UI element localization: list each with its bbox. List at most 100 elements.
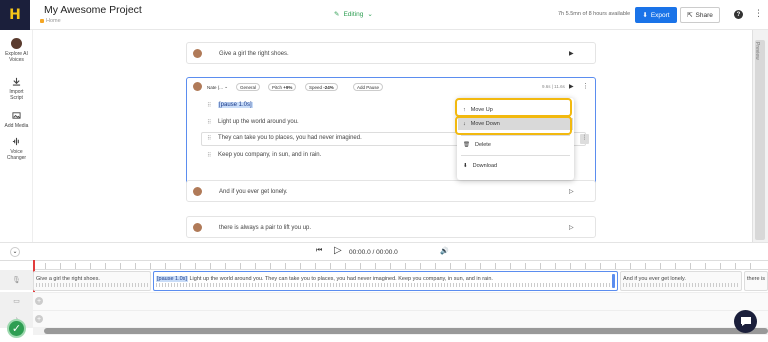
- play-icon[interactable]: ▷: [569, 188, 574, 195]
- script-editor: Give a girl the right shoes. ▶ Nate (...…: [34, 30, 752, 242]
- block-text[interactable]: And if you ever get lonely.: [219, 189, 288, 195]
- sentence-line[interactable]: They can take you to places, you had nev…: [218, 135, 362, 141]
- waveform: [36, 283, 148, 287]
- chat-icon[interactable]: [734, 310, 757, 333]
- drag-handle-icon[interactable]: ⠿: [207, 135, 211, 142]
- highlight-move-down: [455, 116, 572, 135]
- horizontal-scrollbar-thumb[interactable]: [44, 328, 768, 334]
- download-item[interactable]: ⬇ Download: [463, 163, 497, 169]
- sidebar-item-voice-changer[interactable]: Voice Changer: [0, 136, 33, 161]
- app-logo[interactable]: H: [0, 0, 30, 30]
- text-block[interactable]: And if you ever get lonely. ▷: [186, 180, 596, 202]
- play-icon[interactable]: ▷: [569, 224, 574, 231]
- export-button[interactable]: ⬇ Export: [635, 7, 677, 23]
- voice-selector[interactable]: Nate (... ⌄: [204, 83, 231, 91]
- voice-avatar[interactable]: [193, 82, 202, 91]
- style-pill[interactable]: General: [236, 83, 261, 91]
- sentence-line[interactable]: [pause 1.0s]: [218, 102, 253, 108]
- collapse-chevron-icon[interactable]: ⌄: [10, 247, 20, 257]
- drag-handle-icon[interactable]: ⠿: [207, 102, 211, 109]
- mode-dropdown[interactable]: ✎ Editing ⌄: [334, 10, 373, 19]
- ruler-tick: [600, 263, 601, 269]
- download-icon: ⬇: [463, 163, 468, 169]
- timeline-clip[interactable]: there is: [744, 271, 768, 291]
- ruler-tick: [210, 263, 211, 269]
- play-icon[interactable]: ▷: [334, 245, 342, 256]
- speed-pill[interactable]: Speed -24%: [305, 83, 338, 91]
- breadcrumb[interactable]: Home: [40, 18, 61, 24]
- ruler-tick: [675, 263, 676, 269]
- play-icon[interactable]: ▶: [569, 50, 574, 57]
- logo-icon: H: [9, 7, 21, 23]
- sentence-line[interactable]: Keep you company, in sun, and in rain.: [218, 152, 321, 158]
- drag-handle-icon[interactable]: ⠿: [207, 152, 211, 159]
- microphone-icon: 🎙: [0, 270, 33, 290]
- timeline-clip-selected[interactable]: [pause 1.0s] Light up the world around y…: [153, 271, 618, 291]
- clip-trim-handle[interactable]: [612, 274, 615, 288]
- text-block[interactable]: there is always a pair to lift you up. ▷: [186, 216, 596, 238]
- ruler-tick: [180, 263, 181, 269]
- block-text[interactable]: there is always a pair to lift you up.: [219, 225, 311, 231]
- more-options-icon[interactable]: ⋮: [754, 8, 763, 19]
- text-block[interactable]: Give a girl the right shoes. ▶: [186, 42, 596, 64]
- ruler-tick: [690, 263, 691, 269]
- sidebar-item-add-media[interactable]: Add Media: [0, 110, 33, 129]
- project-title[interactable]: My Awesome Project: [44, 4, 142, 16]
- ruler-tick: [255, 263, 256, 269]
- delete-item[interactable]: 🗑 Delete: [463, 142, 491, 148]
- ruler-tick: [240, 263, 241, 269]
- ruler-tick: [330, 263, 331, 269]
- ruler-tick: [135, 263, 136, 269]
- waveform: [156, 283, 615, 287]
- media-lane[interactable]: [33, 292, 768, 310]
- add-media-icon[interactable]: +: [35, 297, 43, 305]
- ruler-tick: [540, 263, 541, 269]
- block-text[interactable]: Give a girl the right shoes.: [219, 51, 289, 57]
- timeline-clip[interactable]: Give a girl the right shoes.: [33, 271, 151, 291]
- duration-label: 9.6s | 11.6s: [542, 84, 565, 89]
- ruler-tick: [735, 263, 736, 269]
- check-icon[interactable]: ✓: [7, 319, 26, 338]
- sidebar-item-explore-voices[interactable]: Explore AI Voices: [0, 38, 33, 63]
- breadcrumb-home[interactable]: Home: [46, 18, 61, 24]
- timeline-clip[interactable]: And if you ever get lonely.: [620, 271, 742, 291]
- ruler-tick: [630, 263, 631, 269]
- add-music-icon[interactable]: +: [35, 315, 43, 323]
- ruler-tick: [645, 263, 646, 269]
- preview-tab[interactable]: Preview: [754, 42, 760, 60]
- more-options-icon[interactable]: ⋮: [582, 82, 589, 90]
- timeline-ruler[interactable]: [33, 260, 768, 270]
- skip-back-icon[interactable]: ⏮: [316, 247, 322, 255]
- video-icon: ▭: [0, 292, 33, 310]
- ruler-tick: [420, 263, 421, 269]
- voice-avatar[interactable]: [193, 49, 202, 58]
- drag-handle-icon[interactable]: ⠿: [207, 119, 211, 126]
- help-icon[interactable]: ?: [734, 10, 743, 19]
- share-button[interactable]: ⇱ Share: [680, 7, 720, 23]
- menu-divider: [461, 155, 570, 156]
- ruler-tick: [60, 263, 61, 269]
- play-icon[interactable]: ▶: [569, 83, 574, 90]
- sentence-line[interactable]: Light up the world around you.: [218, 119, 299, 125]
- home-icon: [40, 19, 44, 23]
- ruler-tick: [195, 263, 196, 269]
- ruler-tick: [570, 263, 571, 269]
- quota-text: 7h 5.5mn of 8 hours available: [558, 11, 631, 17]
- media-icon: [11, 110, 22, 121]
- ruler-tick: [165, 263, 166, 269]
- ruler-tick: [465, 263, 466, 269]
- voice-changer-icon: [11, 136, 22, 147]
- voice-avatar[interactable]: [193, 187, 202, 196]
- music-lane[interactable]: [33, 310, 768, 328]
- ruler-tick: [270, 263, 271, 269]
- scrollbar-thumb[interactable]: [755, 40, 765, 240]
- voice-avatar[interactable]: [193, 223, 202, 232]
- ruler-tick: [105, 263, 106, 269]
- ruler-tick: [525, 263, 526, 269]
- line-options-icon[interactable]: ⋮: [580, 134, 589, 144]
- export-icon: ⬇: [642, 12, 648, 19]
- sidebar-item-import-script[interactable]: Import Script: [0, 76, 33, 101]
- pitch-pill[interactable]: Pitch +9%: [268, 83, 297, 91]
- volume-icon[interactable]: 🔊: [440, 247, 449, 255]
- add-pause-button[interactable]: Add Pause: [353, 83, 384, 91]
